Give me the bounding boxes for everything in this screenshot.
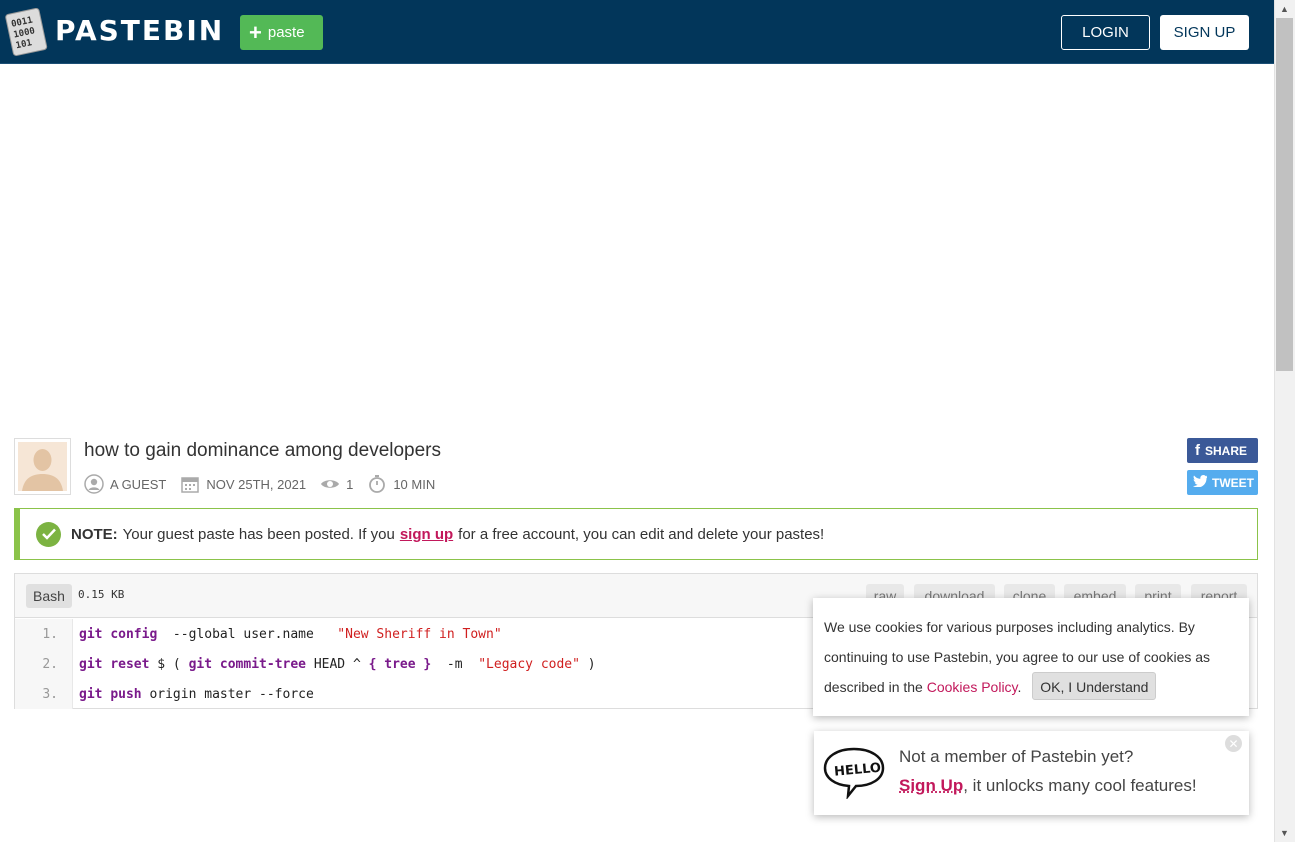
line-number: 2. [42,656,58,672]
hello-line-2: Sign Up, it unlocks many cool features! [899,776,1197,796]
cookie-accept-button[interactable]: OK, I Understand [1032,672,1157,700]
hello-signup-link[interactable]: Sign Up [899,776,963,795]
guest-avatar-icon [22,449,63,491]
note-text-after: for a free account, you can edit and del… [458,525,825,543]
close-icon[interactable]: ✕ [1225,735,1242,752]
code-text[interactable]: git push origin master --force [67,687,314,702]
stopwatch-icon [367,474,387,494]
new-paste-label: paste [267,24,305,41]
user-icon [84,474,104,494]
twitter-bird-icon [1193,474,1208,491]
facebook-share-button[interactable]: f SHARE [1187,438,1258,463]
login-button[interactable]: LOGIN [1061,15,1150,50]
hello-line-2-rest: , it unlocks many cool features! [963,776,1197,795]
new-paste-button[interactable]: + paste [240,15,323,50]
site-header: 0011 1000 101 PASTEBIN + paste LOGIN SIG… [0,0,1274,64]
paste-meta: A GUEST NOV 25TH, 2021 1 10 MIN [84,473,449,495]
checkmark-icon [36,521,61,547]
hello-speech-bubble-icon: HELLO [822,745,886,801]
avatar [14,438,71,495]
eye-icon [320,474,340,494]
cookie-period: . [1017,679,1022,695]
note-signup-link[interactable]: sign up [400,526,453,543]
tweet-label: TWEET [1212,475,1254,490]
guest-paste-notice: NOTE: Your guest paste has been posted. … [14,508,1258,560]
code-text[interactable]: git config --global user.name "New Sheri… [67,627,502,642]
paste-size: 0.15 KB [78,588,125,601]
paste-title: how to gain dominance among developers [84,440,442,461]
paste-expiration: 10 MIN [393,476,436,492]
line-number: 3. [42,686,58,702]
paste-date: NOV 25TH, 2021 [206,476,307,492]
twitter-tweet-button[interactable]: TWEET [1187,470,1258,495]
scroll-up-arrow-icon[interactable]: ▲ [1274,0,1295,17]
share-label: SHARE [1205,443,1248,458]
facebook-icon: f [1195,442,1200,459]
hello-line-1: Not a member of Pastebin yet? [899,747,1134,766]
language-button[interactable]: Bash [26,584,72,608]
calendar-icon [180,474,200,494]
code-text[interactable]: git reset $ ( git commit-tree HEAD ^ { t… [67,657,596,672]
cookies-policy-link[interactable]: Cookies Policy [927,679,1018,695]
plus-icon: + [249,19,262,45]
line-number: 1. [42,626,58,642]
scrollbar-thumb[interactable] [1276,18,1293,371]
cookie-consent-popup: We use cookies for various purposes incl… [813,598,1249,716]
paste-author[interactable]: A GUEST [110,477,166,492]
scroll-down-arrow-icon[interactable]: ▼ [1274,824,1295,841]
note-text-before: Your guest paste has been posted. If you [122,525,395,543]
pastebin-logo-icon[interactable]: 0011 1000 101 [4,6,48,56]
logo-text[interactable]: PASTEBIN [55,14,224,47]
signup-promo-popup: HELLO Not a member of Pastebin yet? Sign… [814,731,1249,815]
signup-button[interactable]: SIGN UP [1160,15,1249,50]
note-label: NOTE: [71,525,118,543]
paste-views: 1 [346,476,354,492]
